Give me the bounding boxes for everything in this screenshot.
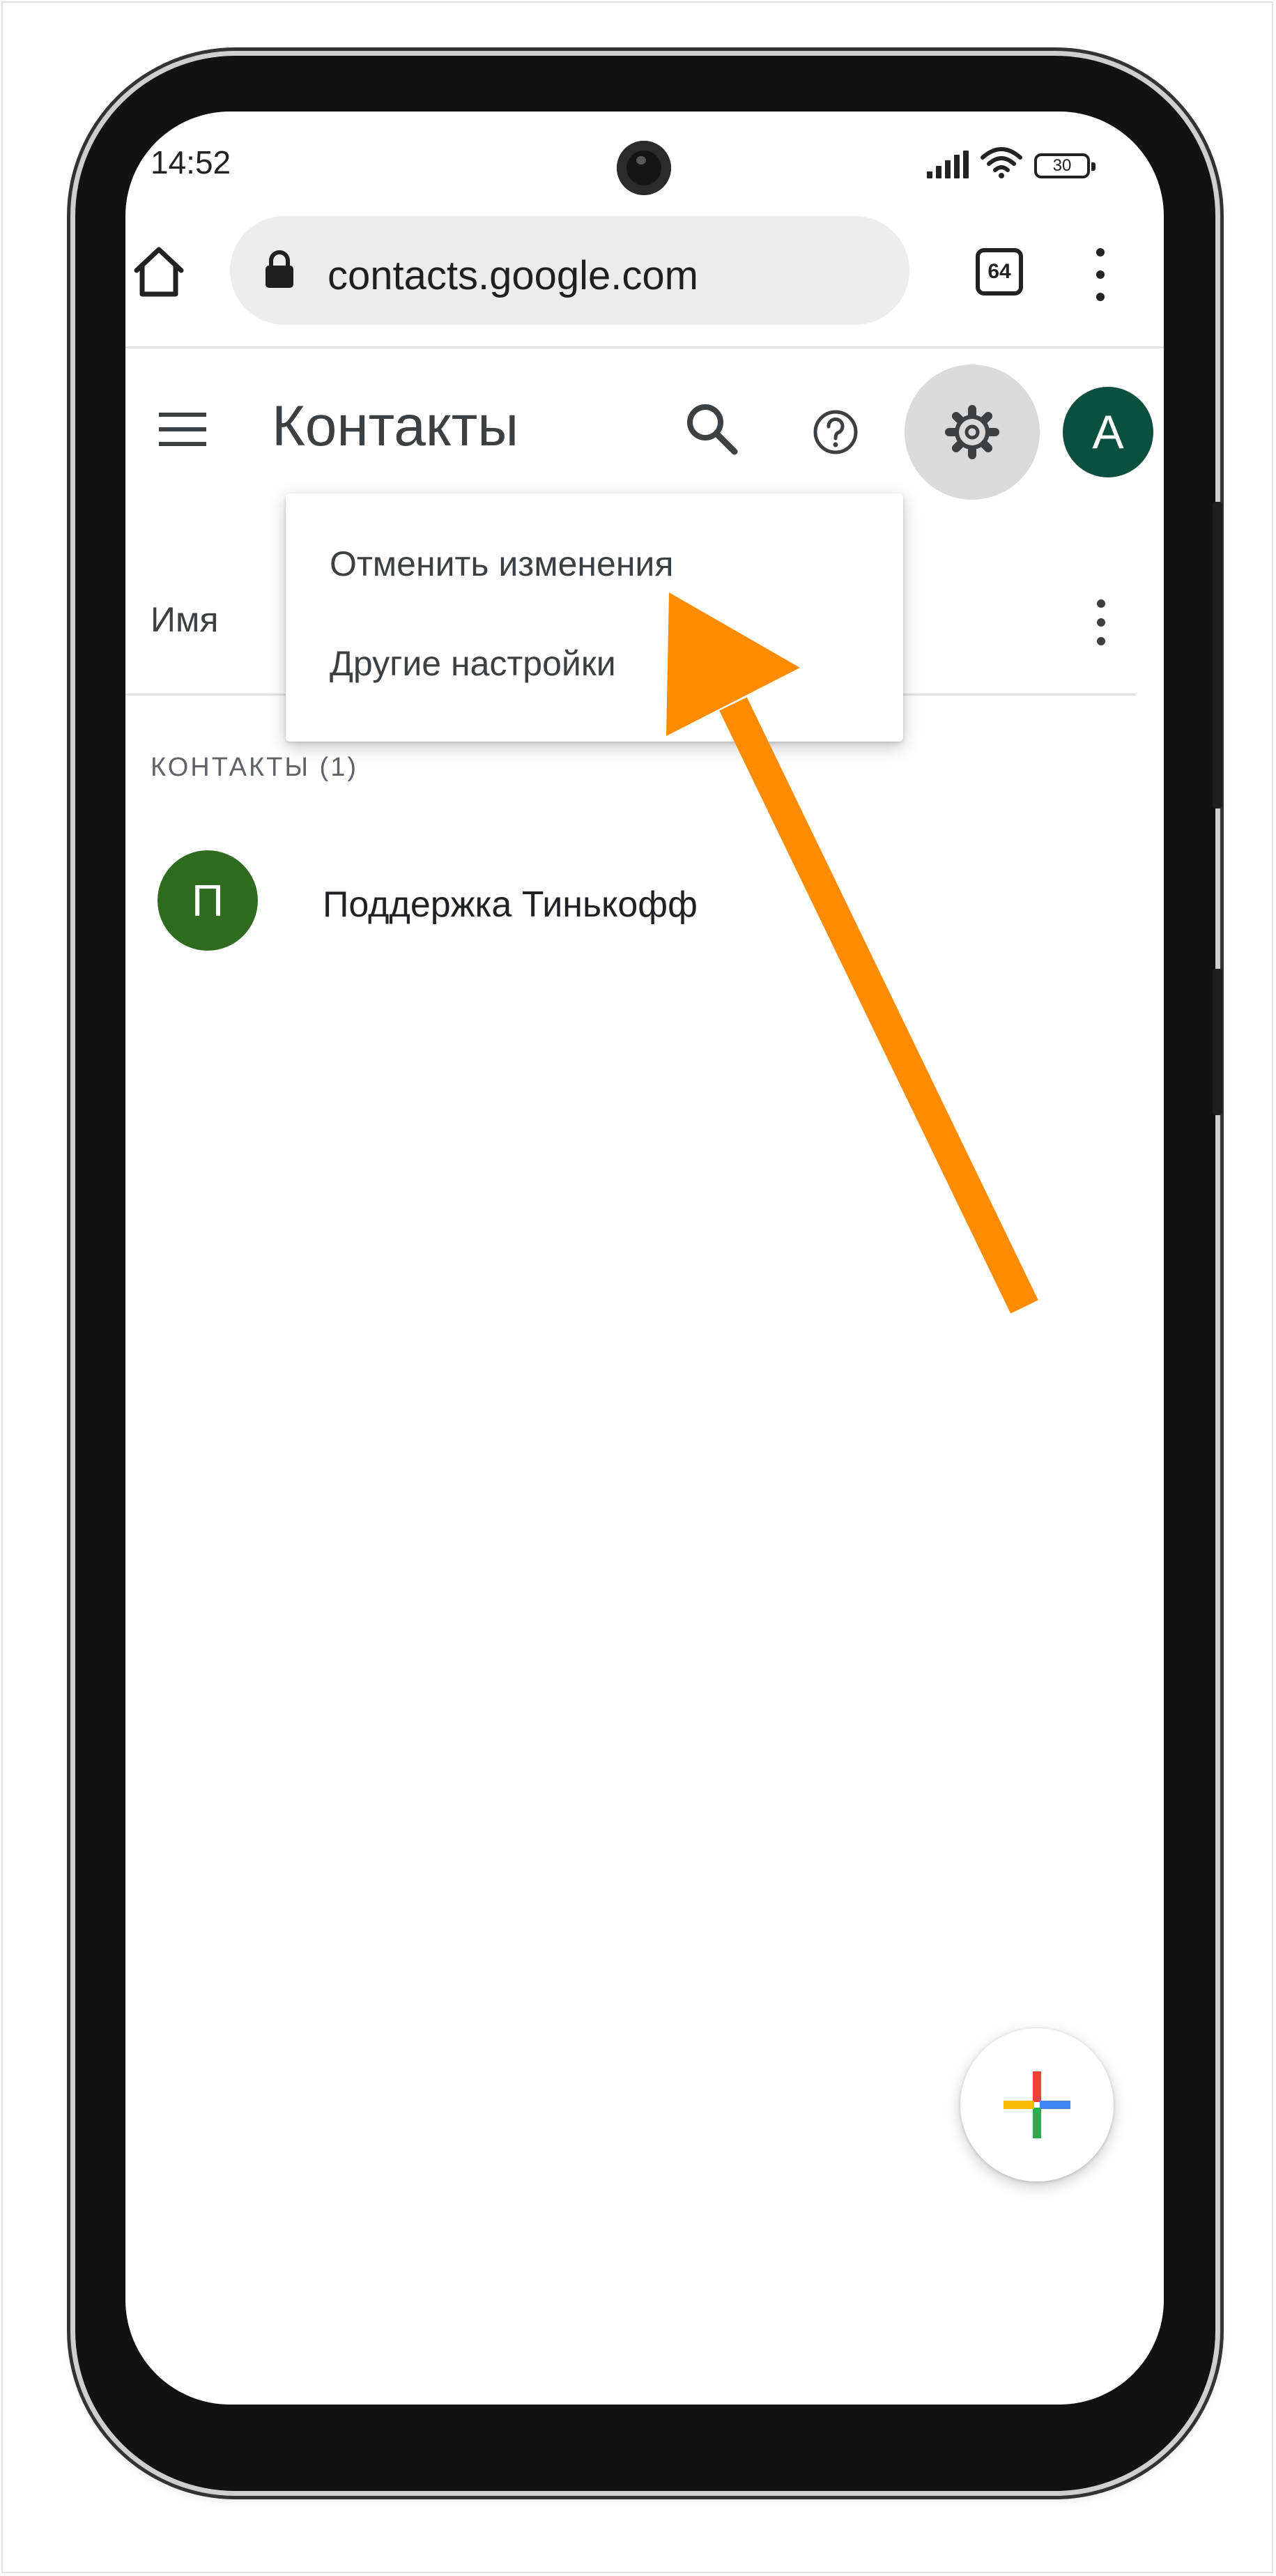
volume-button — [1213, 969, 1222, 1115]
search-icon[interactable] — [683, 400, 741, 459]
wifi-icon — [981, 147, 1022, 178]
menu-item-undo-changes[interactable]: Отменить изменения — [330, 544, 673, 584]
page-title: Контакты — [272, 394, 519, 458]
power-button — [1213, 502, 1222, 808]
help-icon[interactable] — [811, 408, 860, 457]
phone-screen: 14:52 30 contacts.google.com 64 Контакты — [125, 112, 1164, 2405]
signal-icon — [927, 151, 969, 178]
home-icon[interactable] — [131, 244, 187, 300]
toolbar-divider — [125, 346, 1164, 348]
status-time: 14:52 — [151, 144, 231, 181]
more-vert-icon[interactable] — [1090, 248, 1111, 301]
add-contact-button[interactable] — [960, 2028, 1114, 2182]
status-icons: 30 — [927, 147, 1096, 178]
menu-item-other-settings[interactable]: Другие настройки — [330, 643, 616, 684]
contact-name[interactable]: Поддержка Тинькофф — [323, 884, 698, 926]
lock-icon — [266, 250, 293, 288]
battery-icon: 30 — [1034, 153, 1096, 178]
contact-avatar[interactable]: П — [157, 850, 258, 951]
column-header-name[interactable]: Имя — [151, 599, 218, 640]
list-more-icon[interactable] — [1093, 599, 1109, 645]
menu-icon[interactable] — [156, 403, 209, 456]
add-icon — [1004, 2071, 1070, 2138]
tabs-icon[interactable]: 64 — [976, 248, 1023, 296]
settings-menu: Отменить изменения Другие настройки — [286, 493, 903, 742]
contacts-section-label: КОНТАКТЫ (1) — [151, 753, 358, 782]
gear-icon[interactable] — [941, 401, 1004, 463]
front-camera — [617, 141, 671, 195]
account-avatar[interactable]: A — [1063, 387, 1153, 477]
url-text[interactable]: contacts.google.com — [328, 252, 698, 299]
